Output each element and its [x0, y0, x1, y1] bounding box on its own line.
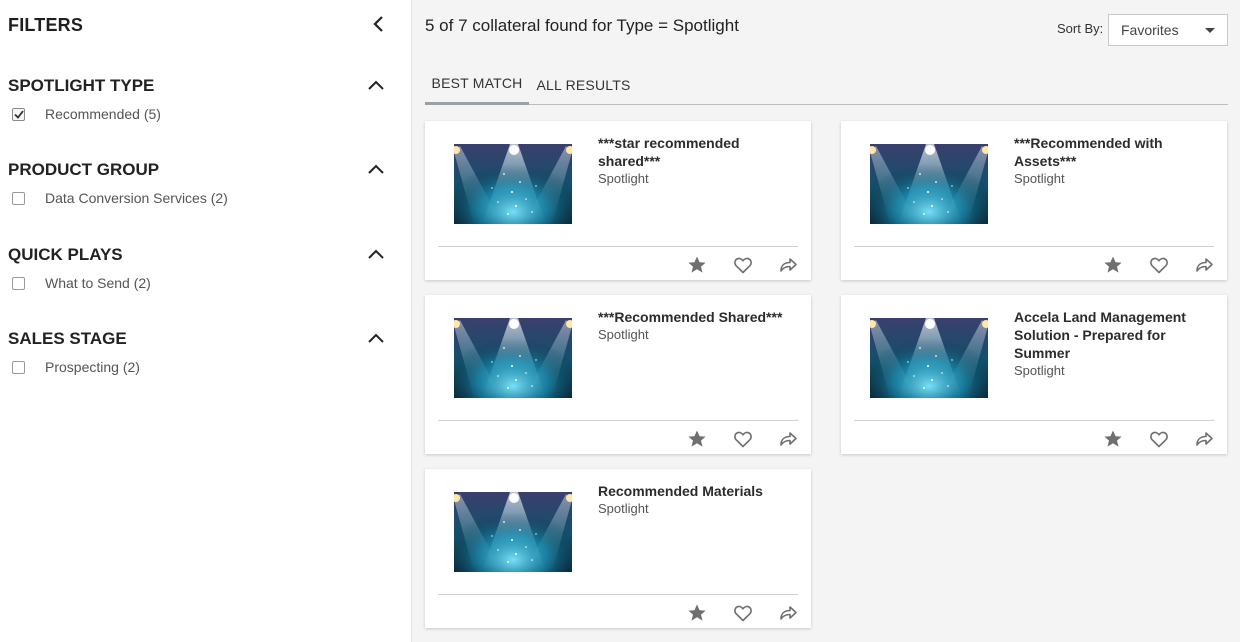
spotlight-thumbnail — [454, 144, 572, 224]
card-type: Spotlight — [1014, 171, 1065, 186]
heart-icon — [733, 255, 753, 275]
share-icon — [778, 603, 798, 623]
filter-group-toggle[interactable] — [364, 157, 388, 181]
share-button[interactable] — [1193, 428, 1215, 450]
filter-group-toggle[interactable] — [364, 73, 388, 97]
chevron-up-icon — [368, 164, 384, 174]
filter-option-label: Prospecting (2) — [45, 359, 140, 375]
sort-value: Favorites — [1121, 22, 1179, 38]
filter-option-label: Recommended (5) — [45, 106, 161, 122]
like-button[interactable] — [1148, 254, 1170, 276]
card-divider — [854, 246, 1214, 247]
filter-option-label: Data Conversion Services (2) — [45, 190, 228, 206]
collateral-card[interactable]: ***Recommended with Assets*** Spotlight — [841, 121, 1227, 280]
card-title: Recommended Materials Spotlight — [598, 482, 794, 518]
share-icon — [1194, 429, 1214, 449]
favorite-button[interactable] — [1102, 428, 1124, 450]
share-button[interactable] — [1193, 254, 1215, 276]
card-type: Spotlight — [598, 501, 649, 516]
collateral-card[interactable]: ***Recommended Shared*** Spotlight — [425, 295, 811, 454]
heart-icon — [1149, 255, 1169, 275]
filter-group-title: PRODUCT GROUP — [8, 160, 160, 179]
filter-option-what-to-send[interactable]: What to Send (2) — [12, 275, 151, 291]
collateral-card[interactable]: Accela Land Management Solution - Prepar… — [841, 295, 1227, 454]
spotlight-thumbnail — [454, 492, 572, 572]
chevron-left-icon — [373, 16, 383, 32]
star-icon — [1103, 255, 1123, 275]
card-type: Spotlight — [598, 171, 649, 186]
spotlight-thumbnail — [870, 318, 988, 398]
star-icon — [687, 429, 707, 449]
filter-group-title: QUICK PLAYS — [8, 245, 123, 264]
tab-all-results[interactable]: ALL RESULTS — [529, 64, 638, 105]
filters-title: FILTERS — [8, 15, 84, 35]
card-title-text: ***star recommended shared*** — [598, 135, 740, 169]
filter-group-title: SALES STAGE — [8, 329, 127, 348]
result-summary: 5 of 7 collateral found for Type = Spotl… — [425, 16, 739, 35]
card-title: ***star recommended shared*** Spotlight — [598, 134, 794, 188]
checkmark-icon — [13, 109, 24, 119]
card-title: Accela Land Management Solution - Prepar… — [1014, 308, 1210, 380]
filters-sidebar: FILTERS SPOTLIGHT TYPE Recommended (5) P… — [0, 0, 412, 642]
like-button[interactable] — [1148, 428, 1170, 450]
filter-group-toggle[interactable] — [364, 242, 388, 266]
result-tabs: BEST MATCH ALL RESULTS — [425, 64, 1228, 105]
collapse-sidebar-button[interactable] — [366, 12, 390, 36]
heart-icon — [733, 603, 753, 623]
sort-select[interactable]: Favorites — [1108, 14, 1228, 46]
share-icon — [778, 255, 798, 275]
chevron-up-icon — [368, 80, 384, 90]
share-icon — [1194, 255, 1214, 275]
tab-best-match[interactable]: BEST MATCH — [425, 64, 529, 105]
filter-group-title: SPOTLIGHT TYPE — [8, 76, 155, 95]
like-button[interactable] — [732, 602, 754, 624]
checkbox-checked[interactable] — [12, 107, 25, 121]
share-button[interactable] — [777, 428, 799, 450]
card-title: ***Recommended Shared*** Spotlight — [598, 308, 794, 344]
checkbox[interactable] — [12, 360, 25, 374]
caret-down-icon — [1205, 28, 1215, 33]
card-divider — [438, 420, 798, 421]
card-divider — [854, 420, 1214, 421]
heart-icon — [733, 429, 753, 449]
card-title: ***Recommended with Assets*** Spotlight — [1014, 134, 1210, 188]
like-button[interactable] — [732, 254, 754, 276]
collateral-card[interactable]: ***star recommended shared*** Spotlight — [425, 121, 811, 280]
filter-option-data-conversion-services[interactable]: Data Conversion Services (2) — [12, 190, 228, 206]
chevron-up-icon — [368, 333, 384, 343]
favorite-button[interactable] — [686, 428, 708, 450]
star-icon — [1103, 429, 1123, 449]
favorite-button[interactable] — [686, 602, 708, 624]
results-panel: 5 of 7 collateral found for Type = Spotl… — [413, 0, 1240, 642]
card-divider — [438, 594, 798, 595]
spotlight-thumbnail — [454, 318, 572, 398]
card-type: Spotlight — [1014, 363, 1065, 378]
share-button[interactable] — [777, 254, 799, 276]
card-type: Spotlight — [598, 327, 649, 342]
sort-label: Sort By: — [1057, 21, 1104, 36]
spotlight-thumbnail — [870, 144, 988, 224]
card-title-text: ***Recommended with Assets*** — [1014, 135, 1163, 169]
filter-option-label: What to Send (2) — [45, 275, 151, 291]
collateral-card[interactable]: Recommended Materials Spotlight — [425, 469, 811, 628]
card-title-text: ***Recommended Shared*** — [598, 309, 783, 325]
checkbox[interactable] — [12, 191, 25, 205]
filter-option-recommended[interactable]: Recommended (5) — [12, 106, 161, 122]
card-divider — [438, 246, 798, 247]
card-title-text: Accela Land Management Solution - Prepar… — [1014, 309, 1186, 361]
favorite-button[interactable] — [1102, 254, 1124, 276]
card-title-text: Recommended Materials — [598, 483, 763, 499]
filter-group-toggle[interactable] — [364, 326, 388, 350]
heart-icon — [1149, 429, 1169, 449]
star-icon — [687, 603, 707, 623]
like-button[interactable] — [732, 428, 754, 450]
share-button[interactable] — [777, 602, 799, 624]
favorite-button[interactable] — [686, 254, 708, 276]
share-icon — [778, 429, 798, 449]
checkbox[interactable] — [12, 276, 25, 290]
chevron-up-icon — [368, 249, 384, 259]
star-icon — [687, 255, 707, 275]
filter-option-prospecting[interactable]: Prospecting (2) — [12, 359, 140, 375]
